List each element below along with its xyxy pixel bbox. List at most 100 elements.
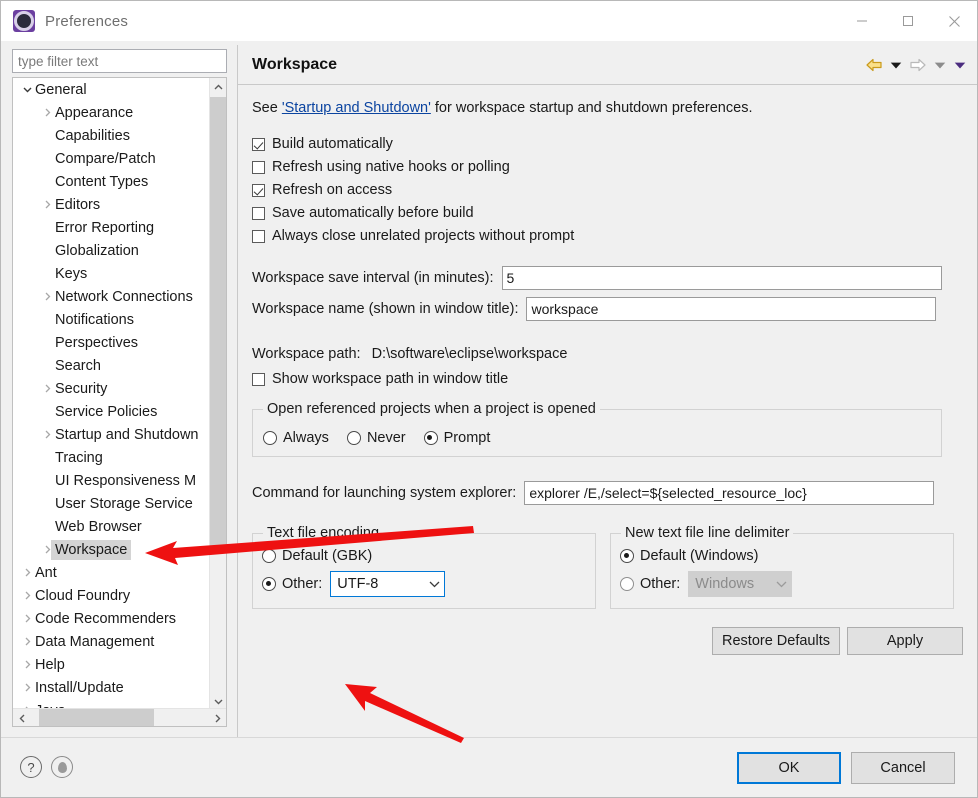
- sidebar-item-error-reporting[interactable]: Error Reporting: [13, 216, 209, 239]
- chevron-right-icon[interactable]: [39, 108, 55, 117]
- minimize-button[interactable]: [839, 1, 885, 41]
- tree-scrollbar-thumb[interactable]: [210, 97, 226, 548]
- checkbox-refresh-using-native-hooks-or-polling[interactable]: Refresh using native hooks or polling: [252, 159, 963, 175]
- maximize-button[interactable]: [885, 1, 931, 41]
- referenced-projects-radio-prompt[interactable]: [423, 431, 438, 445]
- encoding-combo[interactable]: UTF-8: [330, 571, 446, 597]
- sidebar-item-help[interactable]: Help: [13, 653, 209, 676]
- sidebar-item-ui-responsiveness-m[interactable]: UI Responsiveness M: [13, 469, 209, 492]
- view-menu-caret-down-icon[interactable]: [953, 58, 967, 72]
- pin-icon[interactable]: [51, 756, 73, 778]
- close-button[interactable]: [931, 1, 977, 41]
- back-arrow-icon[interactable]: [865, 57, 883, 73]
- chevron-right-icon[interactable]: [39, 200, 55, 209]
- checkbox-box[interactable]: [252, 160, 265, 174]
- ok-button[interactable]: OK: [737, 752, 841, 784]
- chevron-right-icon[interactable]: [19, 614, 35, 623]
- tree-vertical-scrollbar[interactable]: [209, 78, 226, 710]
- tree-horizontal-scrollbar[interactable]: [13, 708, 226, 726]
- window-controls: [839, 1, 977, 41]
- delimiter-other-radio[interactable]: Other: Windows: [611, 564, 953, 597]
- delimiter-default-radio-dot[interactable]: [620, 549, 634, 563]
- sidebar-item-keys[interactable]: Keys: [13, 262, 209, 285]
- help-question-icon[interactable]: ?: [20, 756, 42, 778]
- sidebar-item-label: Tracing: [55, 449, 103, 466]
- sidebar-item-compare-patch[interactable]: Compare/Patch: [13, 147, 209, 170]
- sidebar-item-workspace[interactable]: Workspace: [13, 538, 209, 561]
- sidebar-item-network-connections[interactable]: Network Connections: [13, 285, 209, 308]
- checkbox-label: Refresh on access: [272, 182, 393, 198]
- sidebar-item-general[interactable]: General: [13, 78, 209, 101]
- forward-menu-caret-down-icon[interactable]: [933, 58, 947, 72]
- preferences-gear-icon: [13, 10, 35, 32]
- sidebar-item-service-policies[interactable]: Service Policies: [13, 400, 209, 423]
- delimiter-other-radio-dot[interactable]: [620, 577, 634, 591]
- save-interval-input[interactable]: [501, 266, 942, 290]
- checkbox-box[interactable]: [252, 206, 265, 220]
- scroll-right-icon[interactable]: [208, 709, 226, 726]
- checkbox-box[interactable]: [252, 229, 265, 243]
- sidebar-item-label: Ant: [35, 564, 57, 581]
- show-workspace-path-checkbox[interactable]: Show workspace path in window title: [252, 371, 963, 387]
- checkbox-label: Refresh using native hooks or polling: [272, 159, 510, 175]
- referenced-projects-radio-always[interactable]: [263, 431, 277, 445]
- checkbox-build-automatically[interactable]: Build automatically: [252, 136, 963, 152]
- checkbox-save-automatically-before-build[interactable]: Save automatically before build: [252, 205, 963, 221]
- chevron-down-icon[interactable]: [19, 85, 35, 94]
- tree-hscrollbar-thumb[interactable]: [39, 709, 154, 726]
- explorer-command-input[interactable]: [524, 481, 935, 505]
- chevron-right-icon[interactable]: [39, 384, 55, 393]
- checkbox-always-close-unrelated-projects-without-prompt[interactable]: Always close unrelated projects without …: [252, 228, 963, 244]
- text-file-encoding-group: Text file encoding Default (GBK) Other: …: [252, 525, 596, 609]
- sidebar-item-search[interactable]: Search: [13, 354, 209, 377]
- sidebar-item-startup-and-shutdown[interactable]: Startup and Shutdown: [13, 423, 209, 446]
- workspace-name-input[interactable]: [526, 297, 937, 321]
- sidebar-item-cloud-foundry[interactable]: Cloud Foundry: [13, 584, 209, 607]
- chevron-right-icon[interactable]: [19, 683, 35, 692]
- preferences-tree[interactable]: General Appearance Capabilities Compare/Pat…: [12, 77, 227, 727]
- chevron-right-icon[interactable]: [39, 292, 55, 301]
- encoding-default-radio-dot[interactable]: [262, 549, 276, 563]
- chevron-right-icon[interactable]: [19, 660, 35, 669]
- chevron-right-icon[interactable]: [19, 591, 35, 600]
- restore-defaults-button[interactable]: Restore Defaults: [712, 627, 840, 655]
- sidebar-item-appearance[interactable]: Appearance: [13, 101, 209, 124]
- cancel-button[interactable]: Cancel: [851, 752, 955, 784]
- chevron-right-icon[interactable]: [19, 568, 35, 577]
- sidebar-item-notifications[interactable]: Notifications: [13, 308, 209, 331]
- checkbox-box[interactable]: [252, 183, 265, 197]
- sidebar-item-web-browser[interactable]: Web Browser: [13, 515, 209, 538]
- sidebar-item-label: Startup and Shutdown: [55, 426, 199, 443]
- sidebar-item-capabilities[interactable]: Capabilities: [13, 124, 209, 147]
- checkbox-box[interactable]: [252, 137, 265, 151]
- sidebar-item-user-storage-service[interactable]: User Storage Service: [13, 492, 209, 515]
- sidebar-item-install-update[interactable]: Install/Update: [13, 676, 209, 699]
- sidebar-item-perspectives[interactable]: Perspectives: [13, 331, 209, 354]
- sidebar-item-code-recommenders[interactable]: Code Recommenders: [13, 607, 209, 630]
- show-workspace-path-box[interactable]: [252, 372, 265, 386]
- chevron-right-icon[interactable]: [39, 430, 55, 439]
- startup-shutdown-link[interactable]: 'Startup and Shutdown': [282, 100, 431, 116]
- sidebar-item-security[interactable]: Security: [13, 377, 209, 400]
- filter-input[interactable]: [12, 49, 227, 73]
- delimiter-combo-value: Windows: [695, 576, 755, 592]
- sidebar-item-globalization[interactable]: Globalization: [13, 239, 209, 262]
- apply-button[interactable]: Apply: [847, 627, 963, 655]
- back-menu-caret-down-icon[interactable]: [889, 58, 903, 72]
- sidebar-item-ant[interactable]: Ant: [13, 561, 209, 584]
- scroll-left-icon[interactable]: [13, 709, 31, 726]
- forward-arrow-icon[interactable]: [909, 57, 927, 73]
- sidebar-item-editors[interactable]: Editors: [13, 193, 209, 216]
- sidebar-item-data-management[interactable]: Data Management: [13, 630, 209, 653]
- sidebar-item-tracing[interactable]: Tracing: [13, 446, 209, 469]
- scroll-up-icon[interactable]: [210, 78, 226, 96]
- encoding-other-radio[interactable]: Other: UTF-8: [253, 564, 595, 597]
- encoding-other-radio-dot[interactable]: [262, 577, 276, 591]
- sidebar-item-label: Keys: [55, 265, 88, 282]
- checkbox-refresh-on-access[interactable]: Refresh on access: [252, 182, 963, 198]
- referenced-projects-label-always: Always: [283, 430, 329, 446]
- referenced-projects-radio-never[interactable]: [346, 431, 361, 445]
- chevron-right-icon[interactable]: [19, 637, 35, 646]
- sidebar-item-content-types[interactable]: Content Types: [13, 170, 209, 193]
- checkbox-label: Save automatically before build: [272, 205, 474, 221]
